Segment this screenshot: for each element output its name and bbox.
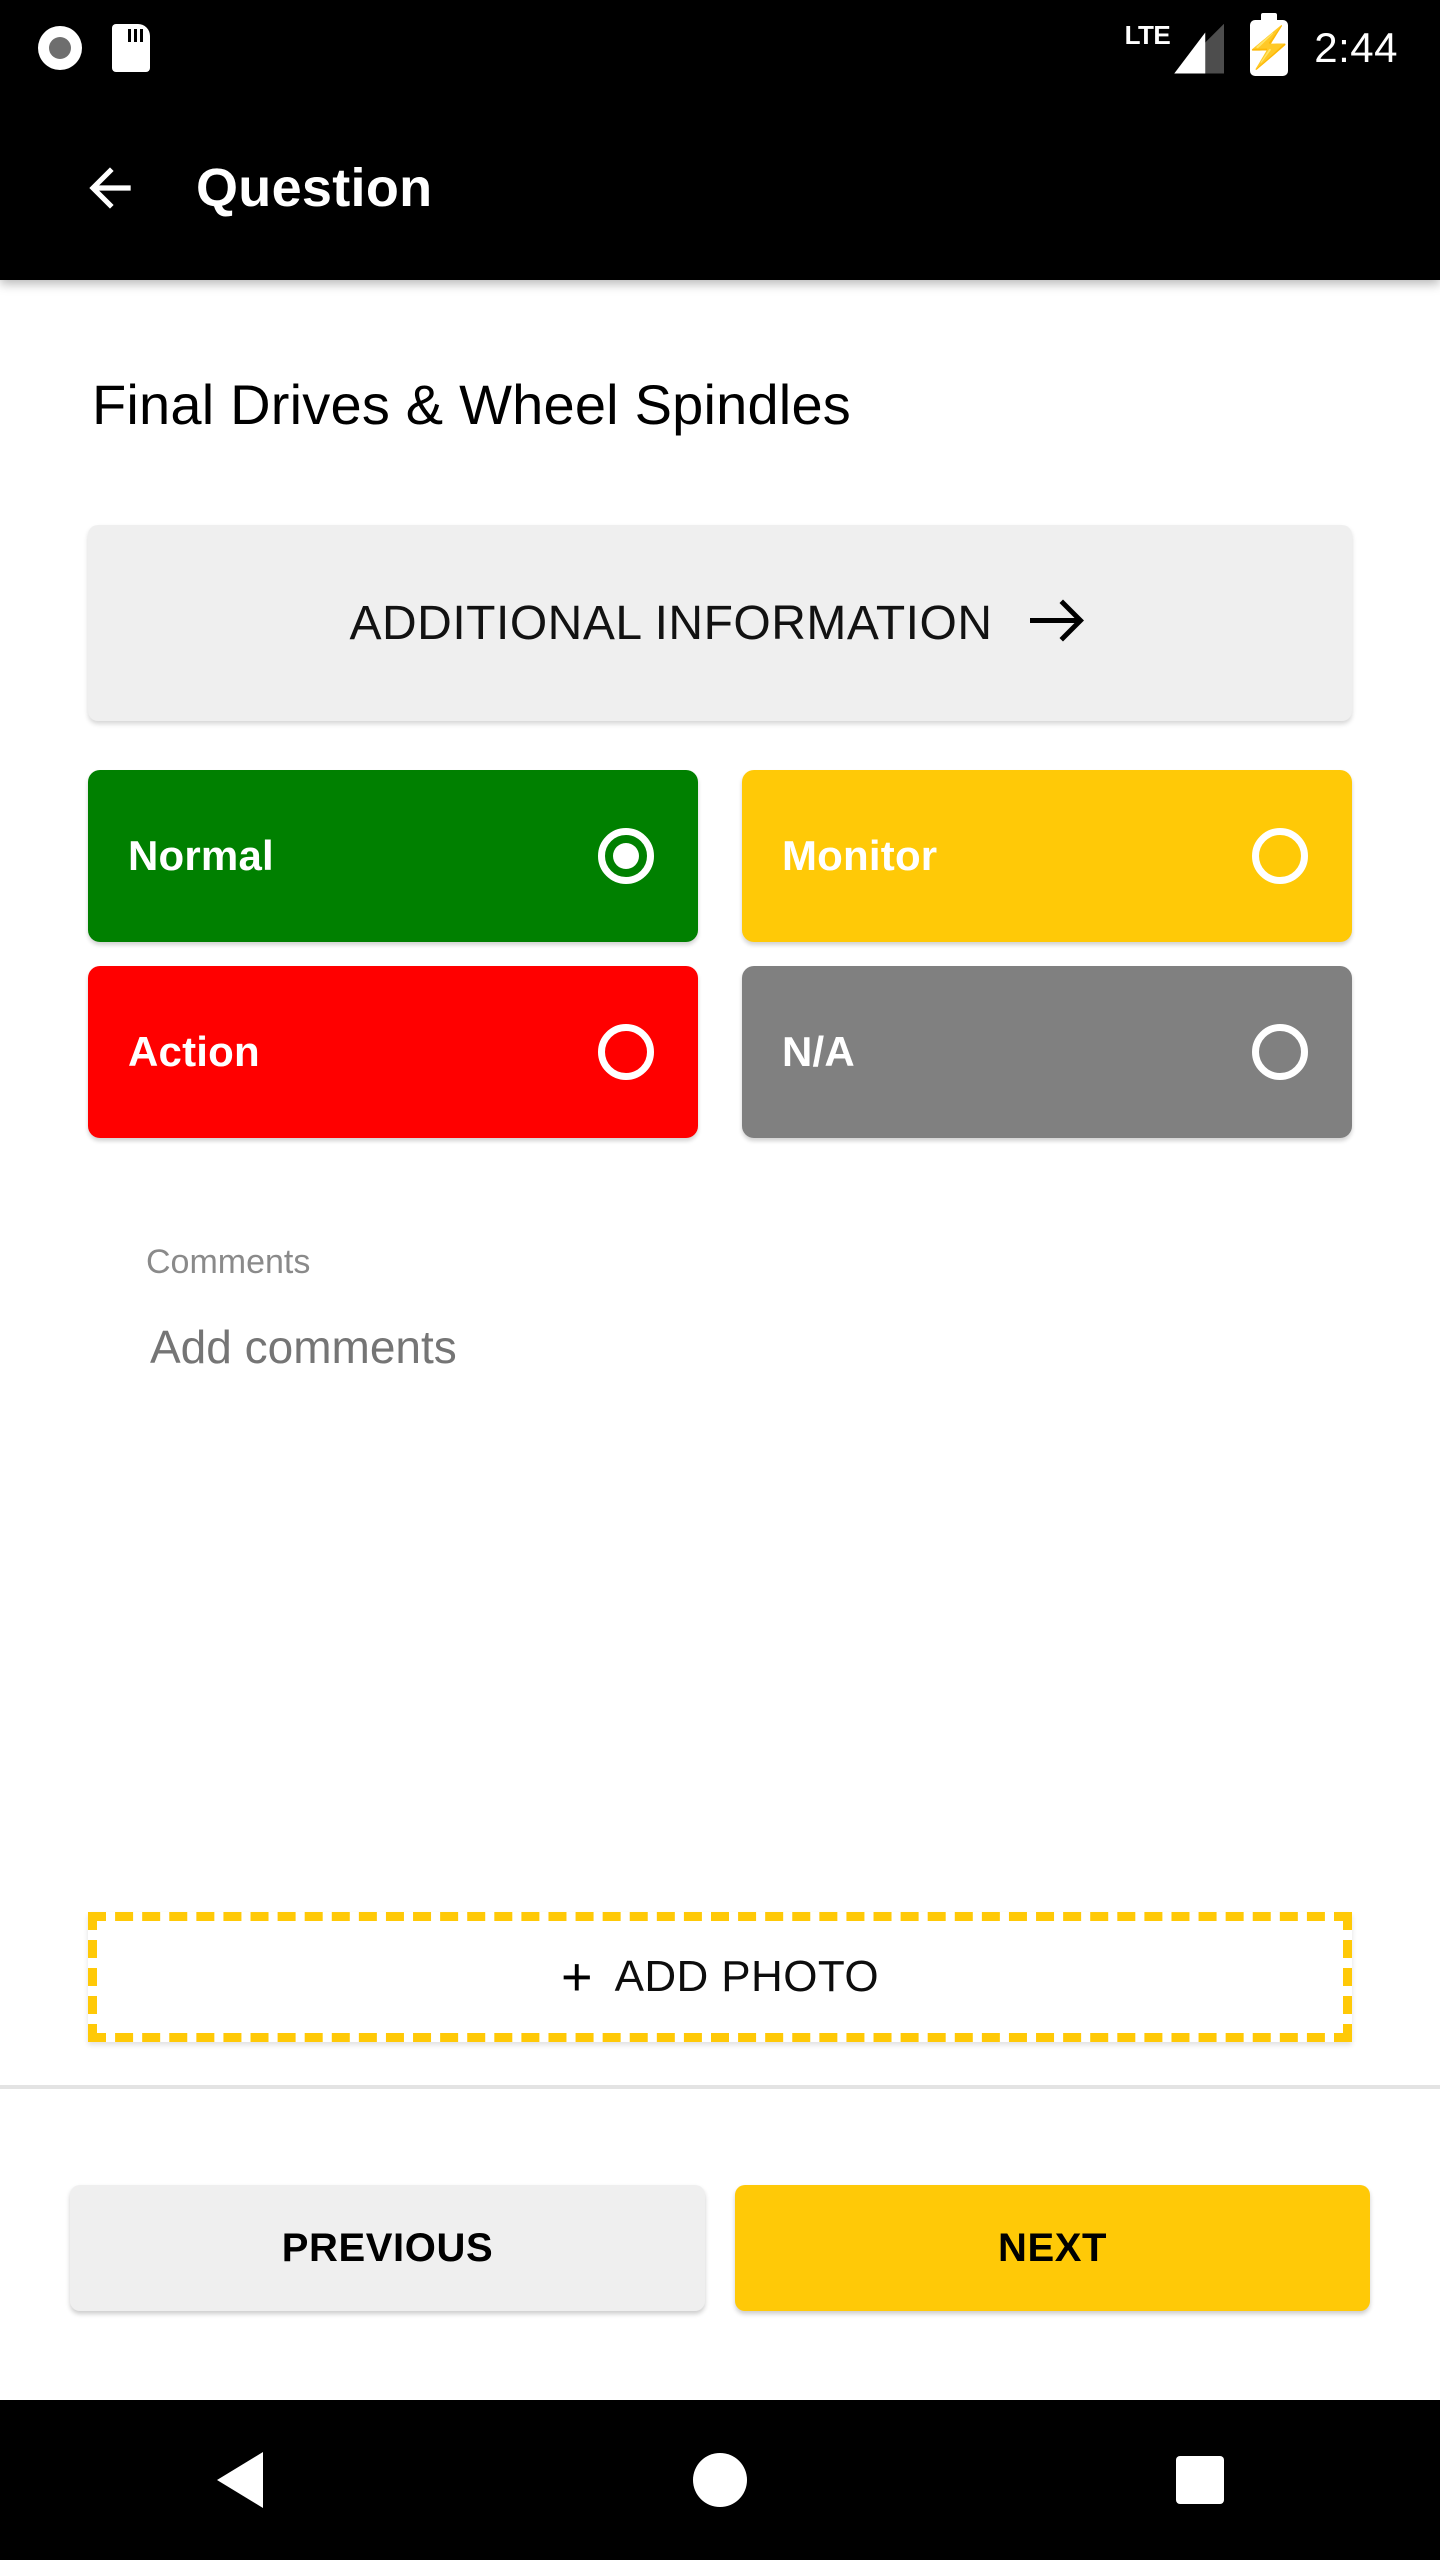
arrow-left-icon	[89, 166, 131, 209]
bottom-bar: PREVIOUS NEXT	[0, 2089, 1440, 2400]
battery-charging-icon: ⚡	[1244, 19, 1294, 76]
option-action-label: Action	[128, 1028, 260, 1075]
add-photo-button[interactable]: + ADD PHOTO	[88, 1912, 1352, 2042]
option-action[interactable]: Action	[88, 966, 698, 1138]
option-na-label: N/A	[782, 1028, 855, 1075]
system-navigation-bar	[0, 2400, 1440, 2560]
next-button[interactable]: NEXT	[735, 2185, 1370, 2311]
square-recents-icon	[1176, 2456, 1224, 2504]
clock: 2:44	[1314, 23, 1398, 71]
option-normal[interactable]: Normal	[88, 770, 698, 942]
back-button[interactable]	[62, 140, 158, 236]
app-bar: Question	[0, 95, 1440, 280]
status-options-grid: Normal Monitor Action N/A	[88, 770, 1352, 1138]
option-monitor-label: Monitor	[782, 832, 938, 879]
comments-label: Comments	[146, 1243, 311, 1281]
additional-information-button[interactable]: ADDITIONAL INFORMATION	[88, 525, 1352, 721]
content-area: Final Drives & Wheel Spindles ADDITIONAL…	[0, 280, 1440, 2087]
radio-unchecked-icon[interactable]	[1252, 1024, 1308, 1080]
record-icon	[38, 25, 82, 70]
system-home-button[interactable]	[645, 2400, 795, 2560]
previous-button[interactable]: PREVIOUS	[70, 2185, 705, 2311]
add-photo-label: ADD PHOTO	[614, 1952, 879, 2001]
arrow-right-icon	[1029, 599, 1084, 642]
question-title: Final Drives & Wheel Spindles	[92, 373, 851, 436]
signal-bars-icon	[1174, 23, 1225, 74]
network-type-label: LTE	[1124, 19, 1171, 50]
page-title: Question	[196, 157, 433, 218]
sdcard-icon	[112, 23, 150, 72]
radio-unchecked-icon[interactable]	[1252, 828, 1308, 884]
plus-icon: +	[561, 1947, 593, 2007]
triangle-back-icon	[217, 2452, 263, 2508]
system-back-button[interactable]	[165, 2400, 315, 2560]
option-na[interactable]: N/A	[742, 966, 1352, 1138]
option-monitor[interactable]: Monitor	[742, 770, 1352, 942]
status-bar: LTE ⚡ 2:44	[0, 0, 1440, 95]
navigation-buttons: PREVIOUS NEXT	[70, 2185, 1370, 2311]
signal-icon: LTE	[1125, 22, 1225, 74]
status-bar-right-icons: LTE ⚡ 2:44	[1125, 19, 1398, 76]
system-recents-button[interactable]	[1125, 2400, 1275, 2560]
option-normal-label: Normal	[128, 832, 274, 879]
comments-input[interactable]	[150, 1320, 1330, 1374]
status-bar-left-icons	[38, 23, 150, 72]
radio-unchecked-icon[interactable]	[598, 1024, 654, 1080]
radio-checked-icon[interactable]	[598, 828, 654, 884]
additional-information-label: ADDITIONAL INFORMATION	[349, 596, 993, 650]
circle-home-icon	[693, 2453, 747, 2507]
